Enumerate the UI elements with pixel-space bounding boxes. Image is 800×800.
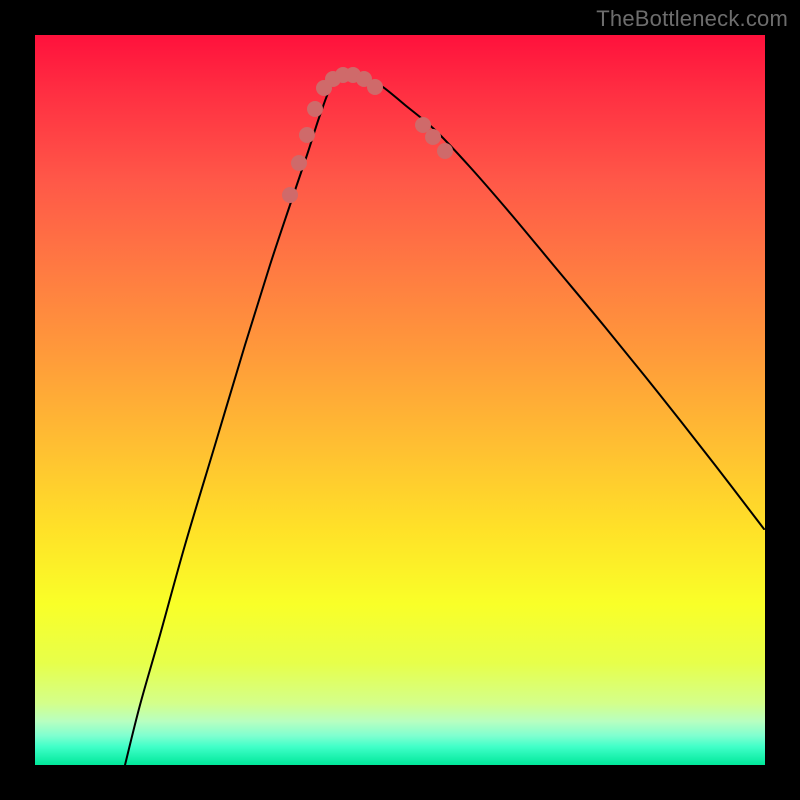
- highlight-dots-left-dot: [345, 67, 361, 83]
- highlight-dots-right-dot: [425, 129, 441, 145]
- plot-area: [35, 35, 765, 765]
- highlight-dots-left-dot: [356, 71, 372, 87]
- highlight-dots-left-dot: [307, 101, 323, 117]
- watermark-text: TheBottleneck.com: [596, 6, 788, 32]
- bottleneck-curve-path: [125, 76, 764, 765]
- chart-stage: TheBottleneck.com: [0, 0, 800, 800]
- highlight-dots-group: [282, 67, 453, 203]
- curve-svg: [35, 35, 765, 765]
- highlight-dots-left-dot: [316, 80, 332, 96]
- highlight-dots-right-dot: [437, 143, 453, 159]
- highlight-dots-left-dot: [335, 67, 351, 83]
- highlight-dots-left-dot: [299, 127, 315, 143]
- highlight-dots-right-dot: [415, 117, 431, 133]
- highlight-dots-left-dot: [367, 79, 383, 95]
- curve-group: [125, 76, 764, 765]
- highlight-dots-left-dot: [325, 71, 341, 87]
- highlight-dots-left-dot: [282, 187, 298, 203]
- highlight-dots-left-dot: [291, 155, 307, 171]
